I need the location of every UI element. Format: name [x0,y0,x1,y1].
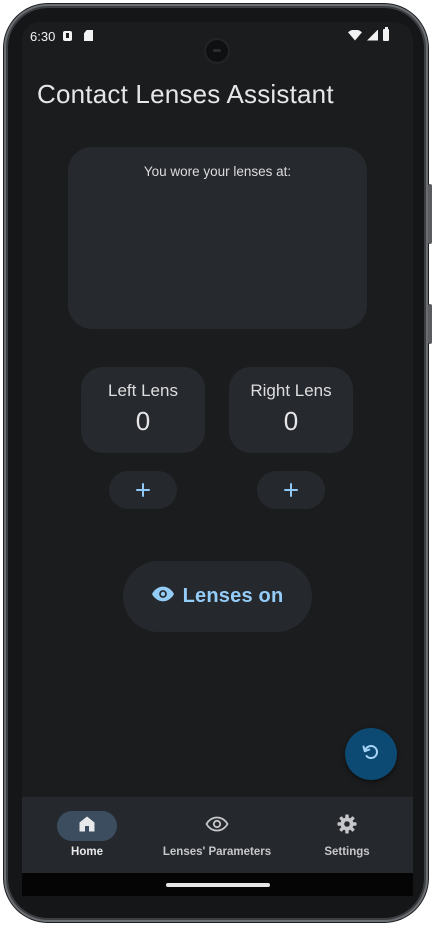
eye-outline-icon [205,816,229,837]
home-icon [78,815,96,838]
lenses-on-label: Lenses on [182,585,284,607]
front-camera [206,40,228,62]
refresh-icon [361,742,381,767]
app-screen: 6:30 Contact Lenses Assistant You wore y… [22,22,413,896]
nav-selected-indicator [57,811,117,841]
right-lens-count: 0 [283,406,299,436]
status-time: 6:30 [30,29,56,44]
sd-card-icon [84,30,93,41]
bottom-navigation: Home Lenses' Parameters Settings [22,797,413,873]
plus-icon [284,483,298,497]
nav-item-lenses-parameters[interactable]: Lenses' Parameters [152,797,282,873]
plus-icon [136,483,150,497]
eye-icon [151,586,174,607]
lenses-worn-card: You wore your lenses at: [68,147,367,329]
wifi-icon [348,29,362,41]
gear-icon [337,814,357,839]
right-lens-card: Right Lens 0 [229,367,353,453]
add-right-lens-button[interactable] [257,471,325,509]
left-lens-label: Left Lens [108,381,178,400]
lenses-on-button[interactable]: Lenses on [123,561,312,632]
left-lens-card: Left Lens 0 [81,367,205,453]
power-button [428,304,432,344]
battery-icon [383,27,389,41]
notification-a-icon [63,31,72,41]
lenses-worn-label: You wore your lenses at: [143,164,292,179]
status-bar: 6:30 [22,22,413,62]
home-gesture-handle[interactable] [166,883,270,887]
gesture-navigation-area [22,873,413,896]
left-lens-count: 0 [135,406,151,436]
nav-item-home[interactable]: Home [22,797,152,873]
right-lens-label: Right Lens [250,381,332,400]
nav-label-lenses-parameters: Lenses' Parameters [162,846,272,858]
signal-icon [367,29,378,41]
nav-label-home: Home [71,846,103,858]
volume-button [428,184,432,244]
reset-fab[interactable] [345,728,397,780]
nav-item-settings[interactable]: Settings [282,797,412,873]
status-indicators [348,27,389,41]
add-left-lens-button[interactable] [109,471,177,509]
page-title: Contact Lenses Assistant [37,79,334,109]
nav-label-settings: Settings [324,846,370,858]
